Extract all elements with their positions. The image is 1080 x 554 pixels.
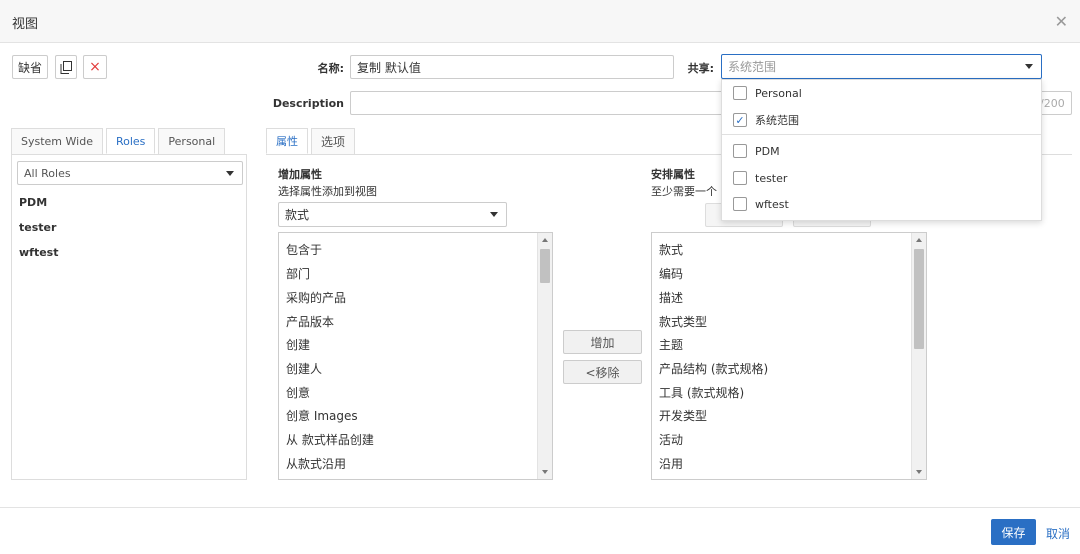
list-item[interactable]: 沿用: [659, 455, 683, 472]
share-option-personal[interactable]: Personal: [722, 81, 1041, 105]
share-option-wftest[interactable]: wftest: [722, 192, 1041, 216]
list-item[interactable]: 编码: [659, 265, 683, 282]
list-item[interactable]: 活动: [659, 431, 683, 448]
role-item-pdm[interactable]: PDM: [19, 196, 47, 209]
tab-options[interactable]: 选项: [311, 128, 356, 154]
list-item[interactable]: 创意 Images: [286, 407, 358, 424]
dropdown-divider: [722, 134, 1041, 135]
save-button[interactable]: 保存: [991, 519, 1036, 545]
description-char-count: /200: [1040, 97, 1065, 110]
scroll-up-icon[interactable]: [916, 238, 922, 242]
selected-attributes-list[interactable]: 款式 编码 描述 款式类型 主题 产品结构 (款式规格) 工具 (款式规格) 开…: [651, 232, 927, 480]
share-option-label: Personal: [755, 86, 802, 100]
add-attribute-button[interactable]: 增加: [563, 330, 642, 354]
share-option-tester[interactable]: tester: [722, 166, 1041, 190]
share-option-label: PDM: [755, 144, 780, 158]
roles-panel: All Roles PDM tester wftest: [11, 154, 247, 480]
checkbox[interactable]: [733, 86, 747, 100]
list-item[interactable]: 从 款式样品创建: [286, 431, 374, 448]
dialog-footer: [0, 507, 1080, 554]
tab-attributes[interactable]: 属性: [266, 128, 308, 154]
list-item[interactable]: 包含于: [286, 241, 322, 258]
tab-roles[interactable]: Roles: [105, 128, 156, 154]
add-attributes-heading: 增加属性: [278, 168, 322, 181]
default-button[interactable]: 缺省: [12, 55, 48, 79]
list-item[interactable]: 创建人: [286, 360, 322, 377]
list-item[interactable]: 创意: [286, 384, 310, 401]
chevron-down-icon: [490, 212, 498, 217]
share-label: 共享:: [687, 62, 714, 75]
close-icon[interactable]: ✕: [1055, 12, 1068, 31]
name-input[interactable]: 复制 默认值: [350, 55, 674, 79]
list-item[interactable]: 主题: [659, 336, 683, 353]
share-option-label: tester: [755, 171, 788, 185]
roles-select[interactable]: All Roles: [17, 161, 243, 185]
roles-select-value: All Roles: [24, 166, 71, 180]
checkbox[interactable]: ✓: [733, 113, 747, 127]
list-item[interactable]: 产品版本: [286, 313, 334, 330]
share-select-value: 系统范围: [728, 60, 777, 74]
list-scrollbar[interactable]: [537, 233, 552, 479]
checkbox[interactable]: [733, 171, 747, 185]
checkbox[interactable]: [733, 144, 747, 158]
share-option-system[interactable]: ✓ 系统范围: [722, 108, 1041, 132]
name-label: 名称:: [317, 62, 344, 75]
share-option-label: 系统范围: [755, 114, 799, 127]
scroll-thumb[interactable]: [914, 249, 924, 349]
share-dropdown: Personal ✓ 系统范围 PDM tester wftest: [721, 79, 1042, 221]
scroll-down-icon[interactable]: [542, 470, 548, 474]
list-item[interactable]: 工具 (款式规格): [659, 384, 744, 401]
list-item[interactable]: 描述: [659, 289, 683, 306]
scroll-down-icon[interactable]: [916, 470, 922, 474]
arrange-attributes-subheading: 至少需要一个: [651, 185, 717, 198]
list-item[interactable]: 创建: [286, 336, 310, 353]
arrange-attributes-heading: 安排属性: [651, 168, 695, 181]
list-item[interactable]: 产品结构 (款式规格): [659, 360, 768, 377]
description-label: Description: [272, 97, 344, 110]
dialog-title: 视图: [12, 17, 39, 32]
role-item-tester[interactable]: tester: [19, 221, 56, 234]
attribute-type-value: 款式: [285, 208, 310, 222]
list-item[interactable]: 采购的产品: [286, 289, 346, 306]
chevron-down-icon: [1025, 64, 1033, 69]
delete-button[interactable]: ×: [83, 55, 107, 79]
remove-attribute-button[interactable]: <移除: [563, 360, 642, 384]
share-option-label: wftest: [755, 197, 789, 211]
copy-icon: [60, 60, 72, 74]
scope-tabs: System Wide Roles Personal: [11, 128, 228, 154]
share-option-pdm[interactable]: PDM: [722, 139, 1041, 163]
copy-button[interactable]: [55, 55, 77, 79]
share-select[interactable]: 系统范围: [721, 54, 1042, 79]
list-scrollbar[interactable]: [911, 233, 926, 479]
tab-system-wide[interactable]: System Wide: [11, 128, 103, 154]
view-tabs: 属性 选项: [266, 128, 358, 154]
attribute-type-select[interactable]: 款式: [278, 202, 507, 227]
list-item[interactable]: 从款式沿用: [286, 455, 346, 472]
checkbox[interactable]: [733, 197, 747, 211]
cancel-link[interactable]: 取消: [1046, 525, 1070, 542]
tab-personal[interactable]: Personal: [158, 128, 226, 154]
chevron-down-icon: [226, 171, 234, 176]
list-item[interactable]: 款式: [659, 241, 683, 258]
dialog-titlebar: 视图 ✕: [0, 0, 1080, 43]
list-item[interactable]: 开发类型: [659, 407, 707, 424]
available-attributes-list[interactable]: 包含于 部门 采购的产品 产品版本 创建 创建人 创意 创意 Images 从 …: [278, 232, 553, 480]
list-item[interactable]: 款式类型: [659, 313, 707, 330]
role-item-wftest[interactable]: wftest: [19, 246, 58, 259]
list-item[interactable]: 部门: [286, 265, 310, 282]
scroll-thumb[interactable]: [540, 249, 550, 283]
add-attributes-subheading: 选择属性添加到视图: [278, 185, 377, 198]
scroll-up-icon[interactable]: [542, 238, 548, 242]
